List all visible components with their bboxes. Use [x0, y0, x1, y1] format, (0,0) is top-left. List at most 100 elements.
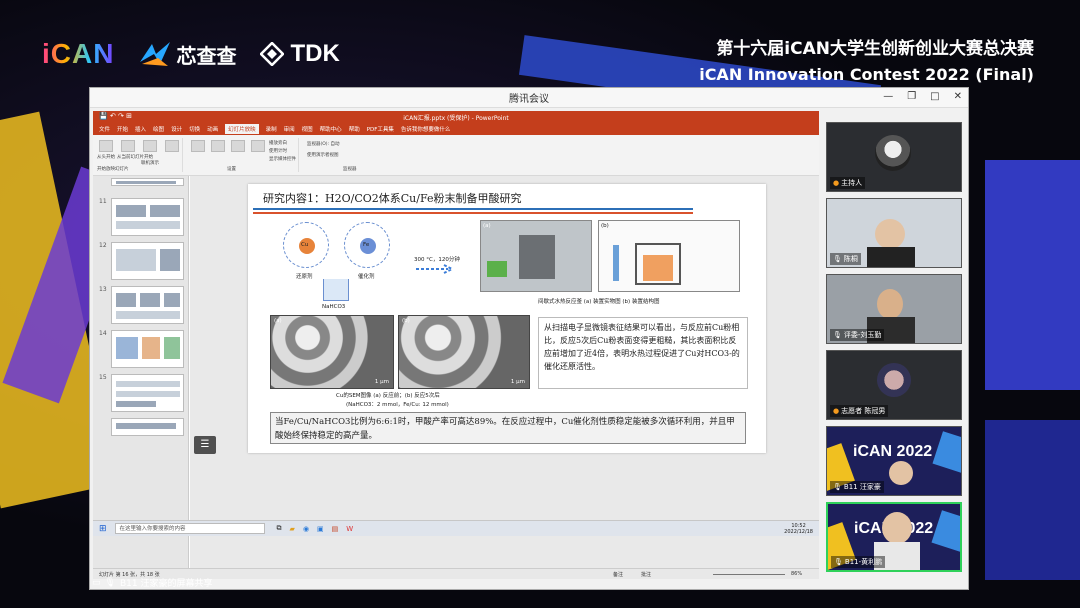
powerpoint-titlebar: 💾 ↶ ↷ ⊞ iCAN汇报.pptx (受保护) - PowerPoint — [93, 111, 819, 123]
thumbnail[interactable]: 12 — [99, 242, 187, 280]
tab-help[interactable]: 帮助 — [349, 125, 360, 133]
title-divider — [253, 212, 693, 214]
tab-animations[interactable]: 动画 — [207, 125, 218, 133]
thumbnail[interactable]: 11 — [99, 198, 187, 236]
ribbon-group-label: 监视器 — [343, 167, 357, 172]
monitor-select[interactable]: 监视器(O): 自动 — [307, 141, 340, 147]
ribbon-group-setup: 播放旁白 使用计时 显示媒体控件 设置 — [187, 138, 299, 172]
zoom-level[interactable]: 86% — [791, 571, 802, 577]
participant-tile-active-speaker[interactable]: iCAN 2022 🎙 B11-黄利鹏 — [826, 502, 962, 572]
tab-pdf-tools[interactable]: PDF工具集 — [367, 125, 394, 133]
rehearse-button[interactable] — [231, 140, 245, 152]
participant-tile[interactable]: ● 主持人 — [826, 122, 962, 192]
participant-name: 🎙 B11 汪家豪 — [830, 481, 884, 493]
decor-shape — [985, 420, 1080, 580]
meeting-stage: iCAN 芯查查 TDK 第十六届iCAN大学生创新创业大赛总决赛 iCAN I… — [0, 0, 1080, 608]
participant-name: ● 主持人 — [830, 177, 866, 189]
wps-icon[interactable]: W — [346, 525, 353, 533]
contest-title-en: iCAN Innovation Contest 2022 (Final) — [699, 65, 1034, 84]
edge-icon[interactable]: ◉ — [303, 525, 309, 533]
mic-icon: 🎙 — [833, 483, 842, 491]
presenter-view-checkbox[interactable]: 使用演示者视图 — [307, 152, 339, 158]
tab-review[interactable]: 审阅 — [284, 125, 295, 133]
window-title: 腾讯会议 — [509, 94, 549, 105]
sem-description: 从扫描电子显微镜表征结果可以看出，与反应前Cu粉相比，反应5次后Cu粉表面变得更… — [538, 317, 748, 389]
thumbnail-partial[interactable] — [99, 178, 187, 186]
tab-view[interactable]: 视图 — [302, 125, 313, 133]
thumbnail[interactable]: 14 — [99, 330, 187, 368]
apparatus-photo: (a) — [480, 220, 592, 292]
powerpoint-title: iCAN汇报.pptx (受保护) - PowerPoint — [403, 114, 509, 122]
checkbox-timings[interactable]: 使用计时 — [269, 148, 287, 154]
tab-slideshow[interactable]: 幻灯片放映 — [225, 124, 259, 134]
slide: 研究内容1：H2O/CO2体系Cu/Fe粉末制备甲酸研究 Cu Fe 还原剂 催… — [248, 184, 766, 453]
participant-tile[interactable]: iCAN 2022 🎙 B11 汪家豪 — [826, 426, 962, 496]
tdk-logo: TDK — [260, 40, 340, 68]
meeting-app-icon[interactable]: ▣ — [317, 525, 324, 533]
powerpoint-icon[interactable]: ▤ — [332, 525, 339, 533]
contest-title-cn: 第十六届iCAN大学生创新创业大赛总决赛 — [716, 39, 1034, 59]
maximize-icon[interactable]: □ — [930, 91, 939, 102]
tab-help-center[interactable]: 帮助中心 — [320, 125, 342, 133]
avatar — [889, 461, 913, 485]
screen-share-label: B11 汪家豪的屏幕共享 — [119, 579, 213, 589]
taskbar-search-input[interactable]: 在这里输入你要搜索的内容 — [114, 523, 265, 534]
from-current-button[interactable] — [121, 140, 135, 152]
mic-icon: 🎙 — [833, 331, 842, 339]
quick-access-icons[interactable]: 💾 ↶ ↷ ⊞ — [99, 112, 132, 120]
thumbnail[interactable]: 13 — [99, 286, 187, 324]
checkbox-narration[interactable]: 播放旁白 — [269, 140, 287, 146]
apparatus-caption: 间歇式水热反应釜 (a) 装置实物图 (b) 装置结构图 — [538, 299, 660, 305]
sem-image-after: (b) 1 μm — [398, 315, 530, 389]
avatar — [877, 363, 911, 397]
hide-slide-button[interactable] — [211, 140, 225, 152]
custom-show-button[interactable] — [165, 140, 179, 152]
participant-tile[interactable]: ● 志愿者 陈冠男 — [826, 350, 962, 420]
arrow-icon — [416, 264, 455, 274]
comments-button[interactable]: 批注 — [641, 571, 651, 578]
meeting-window: 腾讯会议 — ❐ □ ✕ 💾 ↶ ↷ ⊞ iCAN汇报.pptx (受保护) -… — [89, 87, 969, 590]
setup-show-button[interactable] — [191, 140, 205, 152]
tab-insert[interactable]: 插入 — [135, 125, 146, 133]
window-titlebar[interactable]: 腾讯会议 — ❐ □ ✕ — [90, 88, 968, 108]
record-button[interactable] — [251, 140, 265, 152]
restore-icon[interactable]: ❐ — [907, 91, 916, 102]
from-beginning-button[interactable] — [99, 140, 113, 152]
participant-panel: ●主持人 🎙陈桐 🎙评委-刘玉勤 ●志愿者 陈冠男 iCAN 2022 — [826, 122, 962, 582]
notes-button[interactable]: 备注 — [613, 571, 623, 578]
thumbnail[interactable]: 15 — [99, 374, 187, 412]
slide-conclusion: 当Fe/Cu/NaHCO3比例为6:6:1时，甲酸产率可高达89%。在反应过程中… — [270, 412, 746, 444]
minimize-icon[interactable]: — — [883, 91, 893, 102]
close-icon[interactable]: ✕ — [954, 91, 962, 102]
online-present-button[interactable] — [143, 140, 157, 152]
thumbnail-partial[interactable] — [99, 418, 187, 438]
decor-shape — [985, 160, 1080, 390]
participant-tile[interactable]: 🎙 评委-刘玉勤 — [826, 274, 962, 344]
host-icon: ● — [833, 407, 840, 415]
tab-draw[interactable]: 绘图 — [153, 125, 164, 133]
ribbon: 从头开始 从当前幻灯片开始 联机演示 开始放映幻灯片 播放旁白 使用计时 显示媒… — [93, 135, 819, 176]
tell-me-search[interactable]: 告诉我你想要做什么 — [401, 125, 451, 133]
checkbox-media-controls[interactable]: 显示媒体控件 — [269, 156, 296, 162]
zoom-slider[interactable] — [713, 574, 785, 575]
screen-share-indicator: ▭ 🎙 B11 汪家豪的屏幕共享 — [92, 576, 213, 590]
windows-taskbar: ⊞ 在这里输入你要搜索的内容 ⧉ ▰ ◉ ▣ ▤ W 10:52 2022/12/… — [93, 520, 819, 536]
avatar — [875, 135, 911, 171]
participant-tile[interactable]: 🎙 陈桐 — [826, 198, 962, 268]
ribbon-tabs: 文件 开始 插入 绘图 设计 切换 动画 幻灯片放映 录制 审阅 视图 帮助中心… — [93, 123, 819, 135]
title-divider — [253, 208, 693, 210]
sem-image-before: (a) 1 μm — [270, 315, 394, 389]
tab-design[interactable]: 设计 — [171, 125, 182, 133]
task-view-icon[interactable]: ⧉ — [277, 524, 282, 533]
tab-file[interactable]: 文件 — [99, 125, 110, 133]
sponsor-logos: iCAN 芯查查 TDK — [42, 38, 340, 70]
windows-start-icon[interactable]: ⊞ — [99, 524, 107, 534]
tdk-mark-icon — [260, 42, 285, 66]
participant-name: 🎙 B11-黄利鹏 — [831, 556, 886, 568]
taskbar-clock[interactable]: 10:52 2022/12/18 — [784, 523, 813, 535]
tab-home[interactable]: 开始 — [117, 125, 128, 133]
tab-transitions[interactable]: 切换 — [189, 125, 200, 133]
tab-record[interactable]: 录制 — [266, 125, 277, 133]
file-explorer-icon[interactable]: ▰ — [290, 525, 295, 533]
menu-icon[interactable]: ☰ — [194, 436, 216, 454]
